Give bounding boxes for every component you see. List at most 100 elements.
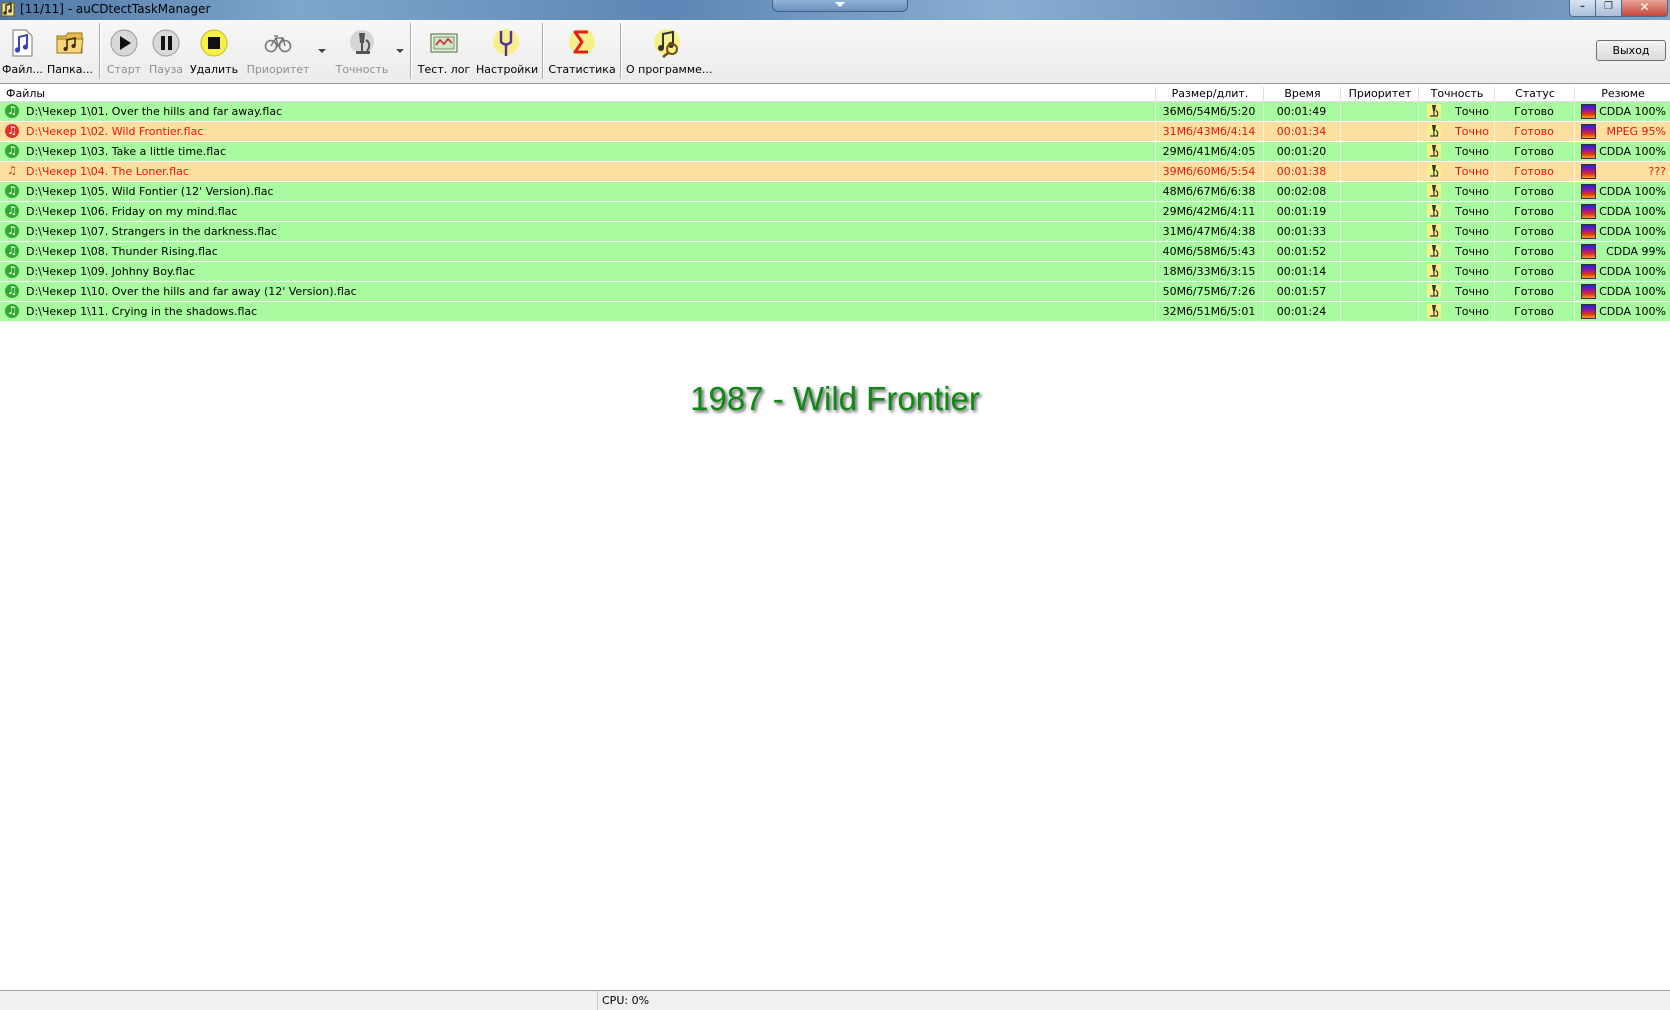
audio-file-icon: ♫ [5,204,19,218]
column-divider [1418,222,1419,241]
header-result[interactable]: Резюме [1574,87,1670,101]
folder-button[interactable]: Папка... [46,20,94,80]
cell-priority [1340,145,1418,159]
table-row[interactable]: ♫ D:\Чекер 1\03. Take a little time.flac 2… [0,142,1670,162]
column-divider [1418,242,1419,261]
cell-priority [1340,205,1418,219]
cell-status: Готово [1514,125,1554,138]
close-icon: ✕ [1639,0,1650,14]
restore-icon: ❐ [1604,1,1613,12]
header-time[interactable]: Время [1263,87,1341,101]
spectrum-icon[interactable] [1581,124,1596,139]
priority-dropdown-icon[interactable] [318,49,326,53]
spectrum-icon[interactable] [1581,284,1596,299]
table-row[interactable]: ♫ D:\Чекер 1\10. Over the hills and far a… [0,282,1670,302]
cell-time: 00:01:20 [1276,145,1327,158]
spectrum-icon[interactable] [1581,264,1596,279]
header-status[interactable]: Статус [1494,87,1575,101]
spectrum-icon[interactable] [1581,164,1596,179]
cell-accuracy: Точно [1455,185,1489,198]
spectrum-icon[interactable] [1581,204,1596,219]
stats-button[interactable]: Статистика [548,20,616,80]
delete-label: Удалить [189,63,239,76]
table-row[interactable]: ♫ D:\Чекер 1\05. Wild Fontier (12' Versio… [0,182,1670,202]
cell-result: CDDA 100% [1599,145,1666,158]
cell-file: D:\Чекер 1\05. Wild Fontier (12' Version… [26,185,274,198]
about-button[interactable]: О программе... [626,20,712,80]
accuracy-dropdown-icon[interactable] [396,49,404,53]
cell-status: Готово [1514,305,1554,318]
start-button[interactable]: Старт [104,20,144,80]
toolbar-separator [542,23,544,79]
cell-time: 00:01:52 [1276,245,1327,258]
delete-button[interactable]: Удалить [188,20,240,80]
cell-size: 40Мб/58Мб/5:43 [1162,245,1256,258]
toolbar-separator [410,23,412,79]
audio-file-icon: ♫ [5,284,19,298]
microscope-icon [1427,124,1441,138]
spectrum-icon[interactable] [1581,104,1596,119]
column-divider [1574,162,1575,181]
header-size[interactable]: Размер/длит. [1155,87,1264,101]
table-row[interactable]: ♫ D:\Чекер 1\11. Crying in the shadows.fl… [0,302,1670,322]
cell-size: 31Мб/43Мб/4:14 [1162,125,1256,138]
spectrum-icon[interactable] [1581,304,1596,319]
table-row[interactable]: ♫ D:\Чекер 1\09. Johhny Boy.flac 18Мб/33Мб… [0,262,1670,282]
file-table: Файлы Размер/длит. Время Приоритет Точно… [0,86,1670,322]
title-bar[interactable]: [11/11] - auCDtectTaskManager – ❐ ✕ [0,0,1670,20]
cell-file: D:\Чекер 1\09. Johhny Boy.flac [26,265,196,278]
microscope-icon [1427,104,1441,118]
cell-priority [1340,265,1418,279]
column-divider [1574,142,1575,161]
exit-button[interactable]: Выход [1596,40,1666,61]
toolbar-separator [99,23,101,79]
title-dropdown-button[interactable] [772,0,908,12]
cell-size: 29Мб/42Мб/4:11 [1162,205,1256,218]
microscope-icon [1427,224,1441,238]
table-row[interactable]: ♫ D:\Чекер 1\06. Friday on my mind.flac 29… [0,202,1670,222]
audio-file-icon: ♫ [5,104,19,118]
table-row[interactable]: ♫ D:\Чекер 1\04. The Loner.flac 39Мб/60Мб/… [0,162,1670,182]
cell-result: CDDA 100% [1599,205,1666,218]
spectrum-icon[interactable] [1581,244,1596,259]
cell-result: CDDA 100% [1599,285,1666,298]
cell-accuracy: Точно [1455,245,1489,258]
header-files[interactable]: Файлы [6,87,45,101]
settings-button[interactable]: Настройки [476,20,538,80]
priority-button[interactable]: Приоритет [246,20,310,80]
close-button[interactable]: ✕ [1621,0,1668,17]
start-label: Старт [106,63,142,76]
spectrum-icon[interactable] [1581,144,1596,159]
table-row[interactable]: ♫ D:\Чекер 1\08. Thunder Rising.flac 40Мб/… [0,242,1670,262]
testlog-button[interactable]: Тест. лог [416,20,472,80]
cell-time: 00:01:33 [1276,225,1327,238]
header-accuracy[interactable]: Точность [1418,87,1495,101]
window-controls: – ❐ ✕ [1569,0,1668,17]
table-row[interactable]: ♫ D:\Чекер 1\02. Wild Frontier.flac 31Мб/4… [0,122,1670,142]
cell-status: Готово [1514,185,1554,198]
pause-button[interactable]: Пауза [146,20,186,80]
stop-icon [200,29,228,57]
spectrum-icon[interactable] [1581,184,1596,199]
audio-file-icon: ♫ [5,244,19,258]
accuracy-button[interactable]: Точность [332,20,392,80]
column-divider [1574,102,1575,121]
files-button[interactable]: Файл... [2,20,43,80]
cell-file: D:\Чекер 1\04. The Loner.flac [26,165,189,178]
column-divider [1418,122,1419,141]
header-priority[interactable]: Приоритет [1340,87,1419,101]
cell-accuracy: Точно [1455,165,1489,178]
minimize-button[interactable]: – [1569,0,1596,17]
status-segment [0,991,598,1010]
column-divider [1418,142,1419,161]
spectrum-icon[interactable] [1581,224,1596,239]
table-row[interactable]: ♫ D:\Чекер 1\01. Over the hills and far a… [0,102,1670,122]
cell-time: 00:01:38 [1276,165,1327,178]
maximize-button[interactable]: ❐ [1595,0,1622,17]
column-divider [1574,122,1575,141]
table-row[interactable]: ♫ D:\Чекер 1\07. Strangers in the darknes… [0,222,1670,242]
cell-time: 00:01:14 [1276,265,1327,278]
status-bar: CPU: 0% [0,990,1670,1010]
cell-result: ??? [1648,165,1666,178]
folder-label: Папка... [46,63,94,76]
